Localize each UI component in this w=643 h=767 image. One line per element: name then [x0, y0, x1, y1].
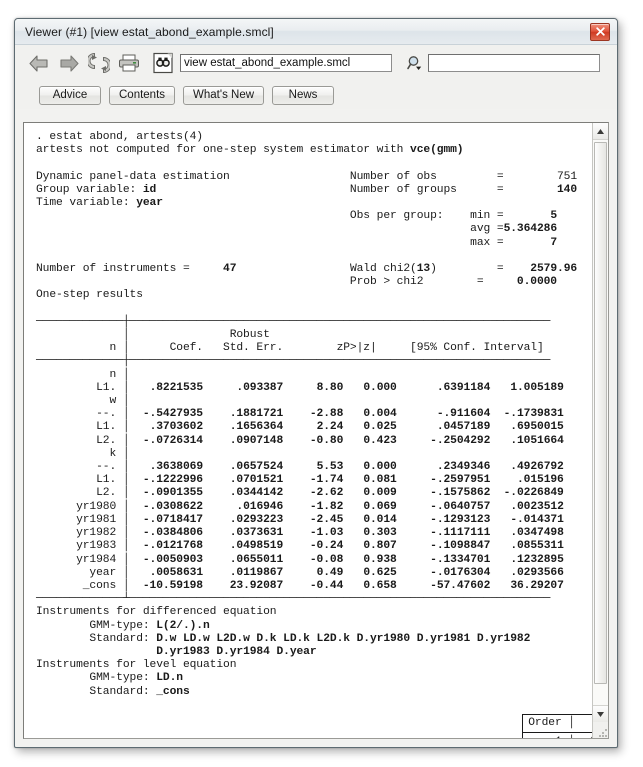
forward-arrow-icon[interactable] [54, 49, 84, 77]
resize-grip-icon[interactable] [593, 722, 608, 738]
arellano-bond-table: Order │ z Prob > z 1 │ -4.6414 0.0000 2 … [522, 713, 592, 738]
stata-output: . estat abond, artests(4) artests not co… [24, 123, 592, 738]
window-title: Viewer (#1) [view estat_abond_example.sm… [25, 24, 274, 39]
viewer-content-pane: . estat abond, artests(4) artests not co… [23, 122, 609, 739]
title-bar: Viewer (#1) [view estat_abond_example.sm… [15, 19, 617, 45]
close-button[interactable] [590, 22, 610, 41]
scroll-up-arrow-icon[interactable] [593, 123, 608, 140]
scrollbar-track[interactable] [593, 140, 608, 705]
find-binoculars-icon[interactable] [148, 49, 178, 77]
toolbar [15, 45, 617, 81]
news-button[interactable]: News [272, 85, 335, 105]
close-icon [595, 27, 605, 36]
advice-button[interactable]: Advice [39, 85, 101, 105]
search-input[interactable] [428, 54, 600, 72]
refresh-icon[interactable] [84, 49, 114, 77]
back-arrow-icon[interactable] [24, 49, 54, 77]
address-input[interactable] [180, 54, 392, 72]
arellano-bond-table-body: 1 │ -4.6414 0.0000 2 │ -1.0572 0.2904 3 … [523, 733, 592, 738]
viewer-window: Viewer (#1) [view estat_abond_example.sm… [14, 18, 618, 748]
vertical-scrollbar[interactable] [592, 123, 608, 738]
scrollbar-thumb[interactable] [594, 142, 607, 684]
print-icon[interactable] [114, 49, 144, 77]
contents-button[interactable]: Contents [109, 85, 176, 105]
search-dropdown-button[interactable] [404, 50, 426, 76]
arellano-bond-table-header: Order │ z Prob > z [523, 715, 592, 734]
whats-new-button[interactable]: What's New [183, 85, 265, 105]
nav-button-bar: Advice Contents What's New News [15, 81, 617, 109]
magnifier-icon [407, 56, 422, 70]
scroll-down-arrow-icon[interactable] [593, 705, 608, 722]
